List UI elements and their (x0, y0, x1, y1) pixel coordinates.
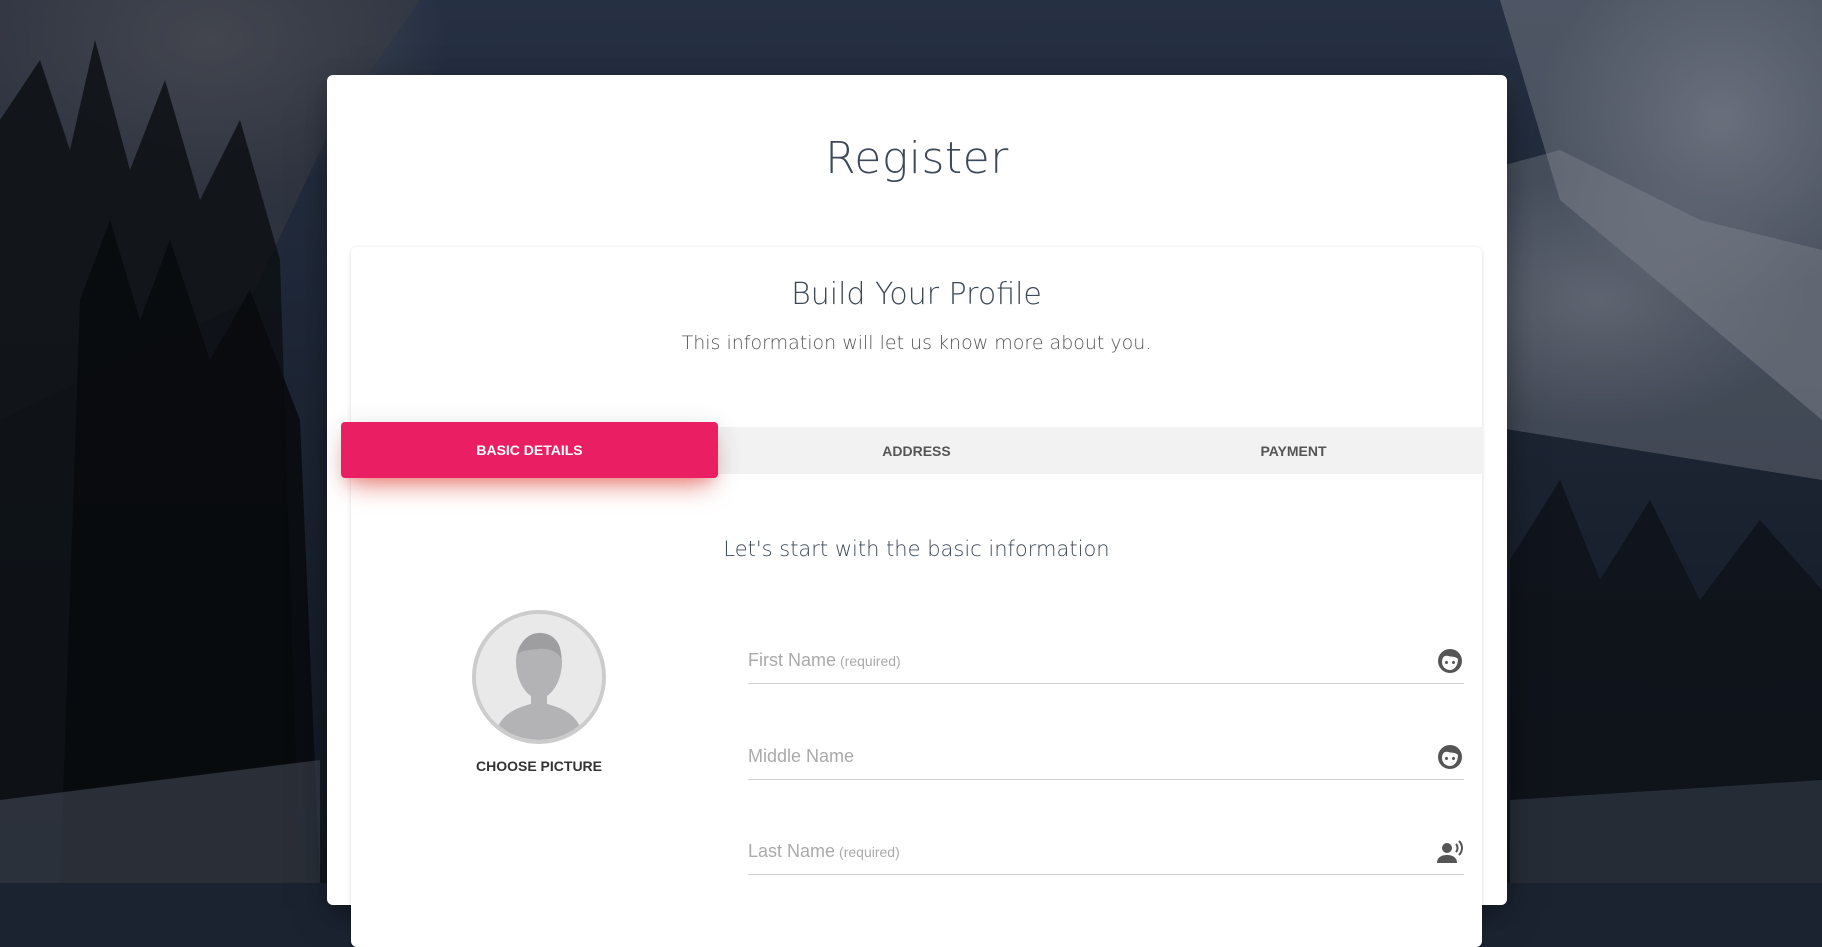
record-voice-icon (1437, 840, 1463, 863)
avatar-placeholder-icon[interactable] (472, 610, 606, 744)
step-heading: Let's start with the basic information (723, 537, 1110, 561)
register-card: Register Build Your Profile This informa… (327, 75, 1507, 947)
first-name-field[interactable]: First Name (required) (748, 637, 1464, 684)
picture-upload: CHOOSE PICTURE (471, 610, 607, 774)
last-name-field[interactable]: Last Name (required) (748, 828, 1464, 875)
last-name-input[interactable] (748, 838, 1428, 870)
face-icon (1438, 745, 1462, 769)
tab-address[interactable]: ADDRESS (728, 427, 1105, 474)
first-name-input[interactable] (748, 647, 1428, 679)
active-tab-indicator[interactable]: BASIC DETAILS (341, 422, 718, 478)
middle-name-field[interactable]: Middle Name (748, 733, 1464, 780)
tab-payment[interactable]: PAYMENT (1105, 427, 1482, 474)
profile-wizard: Build Your Profile This information will… (341, 247, 1482, 947)
middle-name-input[interactable] (748, 743, 1428, 775)
choose-picture-label[interactable]: CHOOSE PICTURE (471, 758, 607, 774)
wizard-subtitle: This information will let us know more a… (681, 332, 1152, 354)
face-icon (1438, 649, 1462, 673)
page-title: Register (825, 133, 1009, 184)
wizard-title: Build Your Profile (791, 277, 1042, 312)
